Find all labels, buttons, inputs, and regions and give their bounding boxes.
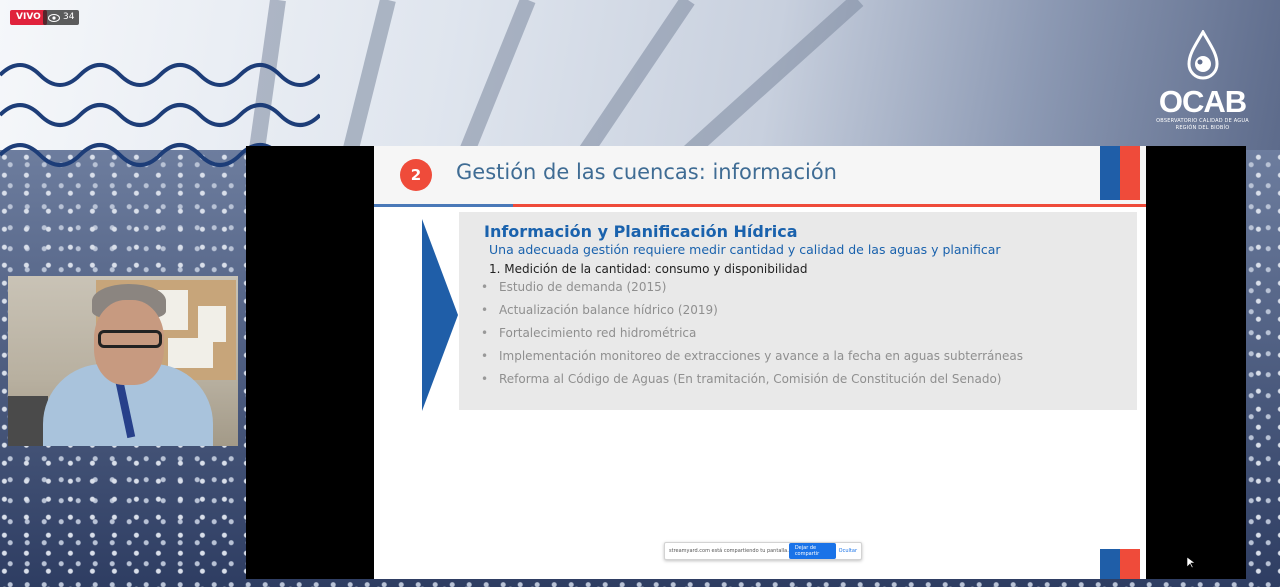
bullet-list: • Estudio de demanda (2015) • Actualizació… [481,276,1023,391]
screen-share-bar: streamyard.com está compartiendo tu pant… [664,542,862,560]
header-divider [374,204,1146,207]
shared-screen: 2 Gestión de las cuencas: información In… [246,146,1246,579]
viewer-count: 34 [63,12,75,22]
list-item: • Implementación monitoreo de extraccione… [481,349,1023,363]
flag-stripe-top [1100,146,1140,200]
viewer-count-badge: 34 [43,10,80,25]
live-badge: VIVO [10,10,47,25]
stop-sharing-button[interactable]: Dejar de compartir [788,543,836,559]
logo-name: OCAB [1158,84,1247,119]
water-drop-icon [1186,28,1219,80]
logo-subtitle-1: OBSERVATORIO CALIDAD DE AGUA [1156,118,1249,124]
glasses-icon [98,330,162,348]
list-item: • Estudio de demanda (2015) [481,280,667,294]
bookshelf [8,396,48,446]
slide-number-badge: 2 [400,159,432,191]
mouse-cursor-icon [1187,557,1195,569]
slide-heading: Información y Planificación Hídrica [484,222,798,241]
slide-subheading: Una adecuada gestión requiere medir cant… [489,242,1001,257]
pinned-paper [168,338,213,368]
slide-section: 1. Medición de la cantidad: consumo y di… [489,262,808,276]
content-box: Información y Planificación Hídrica Una … [459,212,1137,410]
list-item: • Reforma al Código de Aguas (En tramitac… [481,372,1002,386]
presenter-camera [8,276,238,446]
ocab-logo: OCAB OBSERVATORIO CALIDAD DE AGUA REGIÓN… [1140,28,1265,132]
presentation-slide: 2 Gestión de las cuencas: información In… [374,146,1146,579]
chevron-right-icon [422,219,458,411]
list-item: • Actualización balance hídrico (2019) [481,303,718,317]
slide-title: Gestión de las cuencas: información [456,160,837,184]
hide-button[interactable]: Ocultar [839,548,857,554]
pinned-paper [198,306,226,342]
eye-icon [48,13,60,22]
list-item: • Fortalecimiento red hidrométrica [481,326,697,340]
logo-subtitle-2: REGIÓN DEL BIOBÍO [1175,125,1230,131]
flag-stripe-bottom [1100,549,1140,579]
share-message: streamyard.com está compartiendo tu pant… [669,548,789,554]
